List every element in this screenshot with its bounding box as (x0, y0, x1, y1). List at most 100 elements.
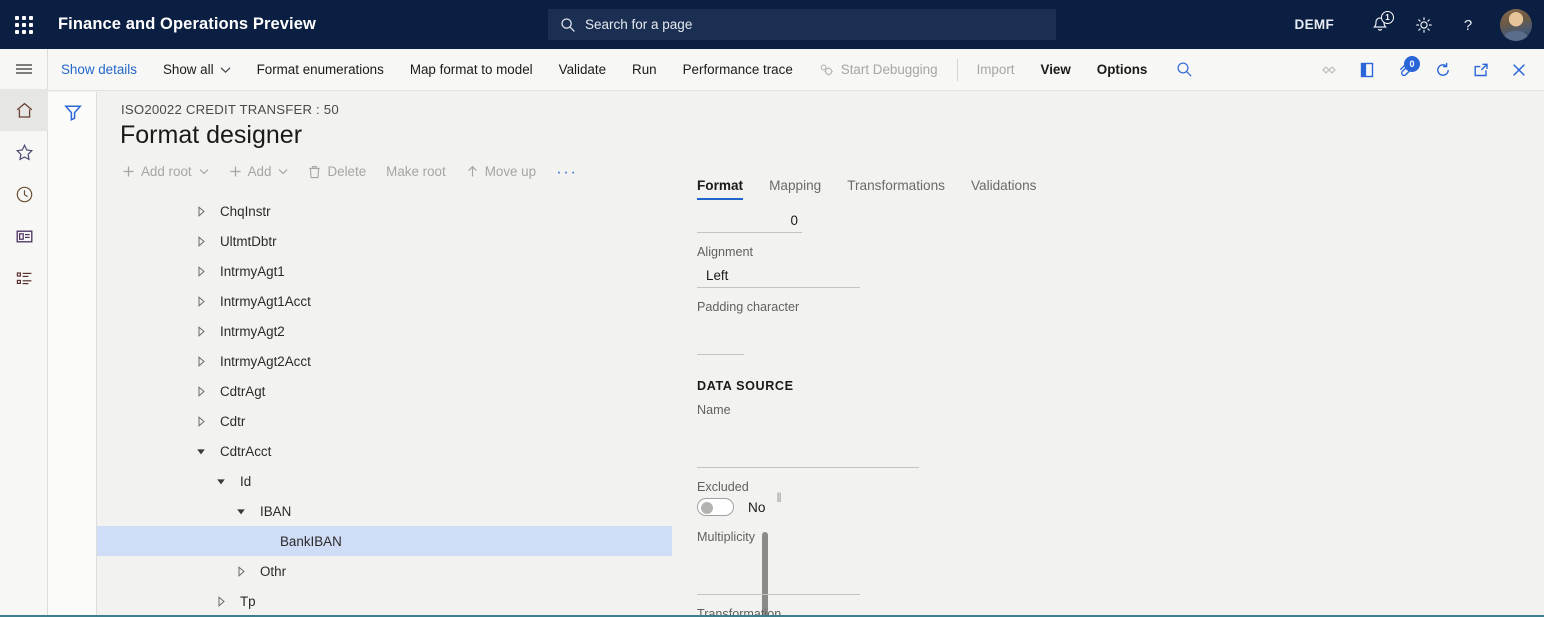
data-source-section-heading: DATA SOURCE (697, 379, 1517, 393)
gear-icon[interactable] (1402, 0, 1446, 49)
question-mark-icon[interactable]: ? (1446, 0, 1490, 49)
chevron-right-icon[interactable] (194, 266, 208, 277)
button-validate[interactable]: Validate (546, 49, 619, 91)
tree-command-bar: Add root Add Delete Make root (122, 164, 578, 179)
button-performance-trace[interactable]: Performance trace (670, 49, 806, 91)
top-navigation-bar: Finance and Operations Preview Search fo… (0, 0, 1544, 49)
chevron-right-icon[interactable] (194, 386, 208, 397)
tree-node-label: ChqInstr (220, 204, 271, 219)
toolbar-divider (957, 59, 958, 81)
search-placeholder: Search for a page (585, 17, 692, 32)
alignment-label: Alignment (697, 245, 1517, 259)
button-import: Import (964, 49, 1028, 91)
button-run[interactable]: Run (619, 49, 670, 91)
chevron-right-icon[interactable] (194, 356, 208, 367)
alignment-field[interactable]: Left (697, 263, 860, 288)
multiplicity-label: Multiplicity (697, 530, 1517, 544)
toolbar-search-icon[interactable] (1160, 49, 1209, 91)
chevron-right-icon[interactable] (194, 296, 208, 307)
sidebar-item-favorites[interactable] (0, 131, 48, 173)
chevron-right-icon[interactable] (194, 236, 208, 247)
button-add: Add (229, 164, 289, 179)
tree-node[interactable]: Othr (97, 556, 672, 586)
tree-node[interactable]: IBAN (97, 496, 672, 526)
tree-node-label: Cdtr (220, 414, 245, 429)
bell-icon[interactable]: 1 (1358, 0, 1402, 49)
button-view[interactable]: View (1028, 49, 1084, 91)
app-title: Finance and Operations Preview (58, 15, 316, 34)
button-more-commands[interactable]: ··· (556, 166, 577, 178)
properties-tabstrip: Format Mapping Transformations Validatio… (697, 166, 1517, 200)
workspace-icon (14, 226, 35, 247)
button-show-all[interactable]: Show all (150, 49, 244, 91)
tree-node-label: UltmtDbtr (220, 234, 277, 249)
avatar[interactable] (1500, 9, 1532, 41)
refresh-icon[interactable] (1424, 49, 1462, 91)
chevron-right-icon[interactable] (194, 326, 208, 337)
close-icon[interactable] (1500, 49, 1538, 91)
tree-node-label: IntrmyAgt2 (220, 324, 285, 339)
tree-node-label: Othr (260, 564, 286, 579)
search-input[interactable]: Search for a page (548, 9, 1056, 40)
left-navigation-rail (0, 49, 48, 617)
tab-mapping[interactable]: Mapping (769, 178, 821, 200)
tree-node[interactable]: CdtrAgt (97, 376, 672, 406)
sidebar-item-recent[interactable] (0, 173, 48, 215)
pane-toggle-icon[interactable] (1348, 49, 1386, 91)
chevron-right-icon[interactable] (214, 596, 228, 607)
button-make-root-label: Make root (386, 164, 446, 179)
chevron-right-icon[interactable] (194, 206, 208, 217)
chevron-down-filled-icon[interactable] (194, 446, 208, 457)
tree-node-label: BankIBAN (280, 534, 342, 549)
tab-transformations[interactable]: Transformations (847, 178, 945, 200)
tree-node-label: IBAN (260, 504, 291, 519)
action-pane-toolbar: Show details Show all Format enumeration… (48, 49, 1544, 91)
button-move-up-label: Move up (485, 164, 536, 179)
sidebar-item-modules[interactable] (0, 257, 48, 299)
tab-format[interactable]: Format (697, 178, 743, 200)
button-options[interactable]: Options (1084, 49, 1161, 91)
excluded-toggle[interactable] (697, 498, 734, 516)
padding-character-field[interactable] (697, 330, 744, 355)
button-format-enumerations[interactable]: Format enumerations (244, 49, 397, 91)
chevron-down-filled-icon[interactable] (214, 476, 228, 487)
tree-node[interactable]: ChqInstr (97, 196, 672, 226)
open-in-new-icon[interactable] (1462, 49, 1500, 91)
tree-node-label: IntrmyAgt1 (220, 264, 285, 279)
tab-validations[interactable]: Validations (971, 178, 1037, 200)
tree-node[interactable]: IntrmyAgt2Acct (97, 346, 672, 376)
app-launcher-icon[interactable] (0, 0, 48, 49)
link-share-icon[interactable] (1310, 49, 1348, 91)
tree-node[interactable]: UltmtDbtr (97, 226, 672, 256)
chevron-down-icon (199, 168, 209, 175)
multiplicity-field[interactable] (697, 570, 860, 595)
chevron-down-icon (278, 168, 288, 175)
company-label: DEMF (1295, 17, 1334, 32)
tree-node[interactable]: Id (97, 466, 672, 496)
tree-node[interactable]: IntrmyAgt1Acct (97, 286, 672, 316)
filter-icon[interactable] (48, 102, 97, 122)
tree-node-label: Tp (240, 594, 256, 609)
tree-node[interactable]: IntrmyAgt1 (97, 256, 672, 286)
attachment-icon[interactable]: 0 (1386, 49, 1424, 91)
tree-node[interactable]: CdtrAcct (97, 436, 672, 466)
tree-node[interactable]: Cdtr (97, 406, 672, 436)
button-map-format-to-model[interactable]: Map format to model (397, 49, 546, 91)
button-start-debugging: Start Debugging (806, 49, 951, 91)
breadcrumb: ISO20022 CREDIT TRANSFER : 50 (121, 102, 339, 117)
name-field[interactable] (697, 443, 919, 468)
chevron-right-icon[interactable] (234, 566, 248, 577)
tree-node[interactable]: Tp (97, 586, 672, 616)
page-title: Format designer (120, 121, 302, 150)
button-show-details[interactable]: Show details (48, 49, 150, 91)
number-field[interactable]: 0 (697, 208, 802, 233)
sidebar-item-home[interactable] (0, 89, 48, 131)
chevron-right-icon[interactable] (194, 416, 208, 427)
tree-node[interactable]: IntrmyAgt2 (97, 316, 672, 346)
sidebar-item-workspaces[interactable] (0, 215, 48, 257)
list-icon (14, 268, 35, 289)
toggle-knob (701, 502, 713, 514)
hamburger-menu-icon[interactable] (0, 49, 48, 89)
tree-node-selected[interactable]: BankIBAN (97, 526, 672, 556)
chevron-down-filled-icon[interactable] (234, 506, 248, 517)
